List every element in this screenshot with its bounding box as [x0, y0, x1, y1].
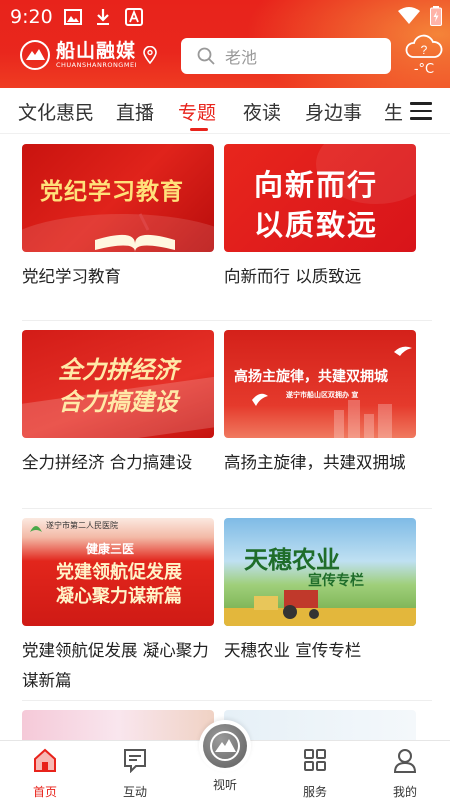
nav-media-label: 视听: [212, 778, 237, 792]
logo-english-name: CHUANSHANRONGMEI: [56, 61, 137, 69]
topic-caption: 天穗农业 宣传专栏: [224, 641, 362, 660]
download-notification-icon: [97, 9, 109, 25]
tab-night-reading[interactable]: 夜读: [243, 98, 281, 125]
question-cloud-icon: ?: [405, 34, 443, 58]
battery-icon: [430, 6, 442, 26]
search-icon: [197, 47, 215, 65]
logo-mark-icon: [20, 40, 50, 70]
nav-profile-label: 我的: [392, 785, 417, 799]
topic-card[interactable]: 向新而行 以质致远 向新而行 以质致远: [224, 144, 416, 292]
grid-icon: [304, 749, 326, 771]
tractor-field-graphic: [224, 590, 416, 626]
topic-thumbnail: [22, 710, 214, 740]
topic-caption: 全力拼经济 合力搞建设: [22, 453, 193, 472]
active-tab-indicator: [190, 128, 208, 131]
topic-thumbnail: 全力拼经济 合力搞建设: [22, 330, 214, 438]
svg-text:?: ?: [421, 43, 428, 57]
nav-service-label: 服务: [302, 785, 327, 799]
image-notification-icon: [64, 9, 82, 25]
topic-thumbnail: 高扬主旋律，共建双拥城 遂宁市船山区双拥办 宣: [224, 330, 416, 438]
topic-caption: 党建领航促发展 凝心聚力谋新篇: [22, 641, 209, 690]
topic-thumbnail: [224, 710, 416, 740]
dove-skyline-graphic: [252, 346, 412, 438]
nav-home[interactable]: 首页: [15, 747, 75, 800]
search-placeholder: 老池: [225, 48, 258, 67]
menu-icon[interactable]: [410, 102, 432, 120]
topic-caption: 高扬主旋律，共建双拥城: [224, 453, 406, 472]
topic-caption: 党纪学习教育: [22, 267, 121, 286]
chat-icon: [124, 749, 146, 774]
tab-topics[interactable]: 专题: [178, 98, 216, 125]
search-input[interactable]: 老池: [181, 38, 391, 74]
row-divider: [22, 320, 432, 321]
status-time: 9:20: [10, 6, 53, 28]
topic-card[interactable]: 党纪学习教育 党纪学习教育: [22, 144, 214, 292]
weather-widget[interactable]: ? -°C: [404, 30, 444, 82]
book-icon: [95, 213, 175, 252]
topic-card[interactable]: 遂宁市第二人民医院 健康三医 党建领航促发展 凝心聚力谋新篇 党建领航促发展 凝…: [22, 518, 214, 696]
thumbnail-title-line2: 以质致远: [254, 208, 379, 242]
user-icon: [393, 749, 417, 773]
app-notification-icon: [125, 8, 143, 26]
thumbnail-org: 遂宁市第二人民医院: [46, 521, 118, 530]
thumbnail-title-line1: 向新而行: [254, 168, 379, 202]
hospital-logo-icon: [30, 526, 42, 532]
media-logo-icon: [203, 724, 247, 768]
nav-interact-label: 互动: [122, 785, 147, 799]
nav-media-button[interactable]: [199, 720, 251, 772]
thumbnail-title-line1: 党建领航促发展: [56, 562, 182, 583]
status-bar: 9:20: [0, 0, 450, 34]
nav-profile[interactable]: 我的: [375, 747, 435, 800]
topic-card[interactable]: 全力拼经济 合力搞建设 全力拼经济 合力搞建设: [22, 330, 214, 478]
nav-home-label: 首页: [32, 785, 57, 799]
row-divider: [22, 508, 432, 509]
tab-local-news[interactable]: 身边事: [305, 98, 362, 125]
thumbnail-title-line2: 合力搞建设: [58, 388, 178, 416]
thumbnail-title: 党纪学习教育: [40, 179, 184, 205]
topic-thumbnail: 党纪学习教育: [22, 144, 214, 252]
thumbnail-title-line1: 全力拼经济: [58, 356, 178, 384]
topic-thumbnail: 遂宁市第二人民医院 健康三医 党建领航促发展 凝心聚力谋新篇: [22, 518, 214, 626]
logo-chinese-name: 船山融媒: [56, 40, 137, 62]
topic-thumbnail: 天穗农业 宣传专栏: [224, 518, 416, 626]
tab-life[interactable]: 生: [384, 98, 403, 125]
tab-live[interactable]: 直播: [116, 98, 154, 125]
home-icon: [34, 748, 56, 772]
location-pin-icon[interactable]: [143, 46, 157, 64]
nav-service[interactable]: 服务: [285, 747, 345, 800]
topic-card-partial[interactable]: [22, 710, 214, 740]
thumbnail-title-line2: 凝心聚力谋新篇: [56, 586, 182, 607]
topic-card[interactable]: 高扬主旋律，共建双拥城 遂宁市船山区双拥办 宣 高扬主旋律，共建双拥城: [224, 330, 416, 478]
app-header: 9:20 船山融媒 CHUANSHANRONGMEI 老池 ? -°C: [0, 0, 450, 88]
tab-culture[interactable]: 文化惠民: [18, 98, 94, 125]
channel-tabs: 文化惠民 直播 专题 夜读 身边事 生: [0, 88, 450, 134]
weather-temperature: -°C: [413, 62, 435, 77]
row-divider: [22, 700, 432, 701]
thumbnail-tag: 健康三医: [86, 542, 135, 556]
topic-card[interactable]: 天穗农业 宣传专栏 天穗农业 宣传专栏: [224, 518, 416, 666]
topic-caption: 向新而行 以质致远: [224, 267, 362, 286]
app-logo[interactable]: 船山融媒 CHUANSHANRONGMEI: [20, 40, 157, 70]
nav-interact[interactable]: 互动: [105, 747, 165, 800]
topic-thumbnail: 向新而行 以质致远: [224, 144, 416, 252]
wifi-icon: [398, 7, 420, 24]
topic-card-partial[interactable]: [224, 710, 416, 740]
